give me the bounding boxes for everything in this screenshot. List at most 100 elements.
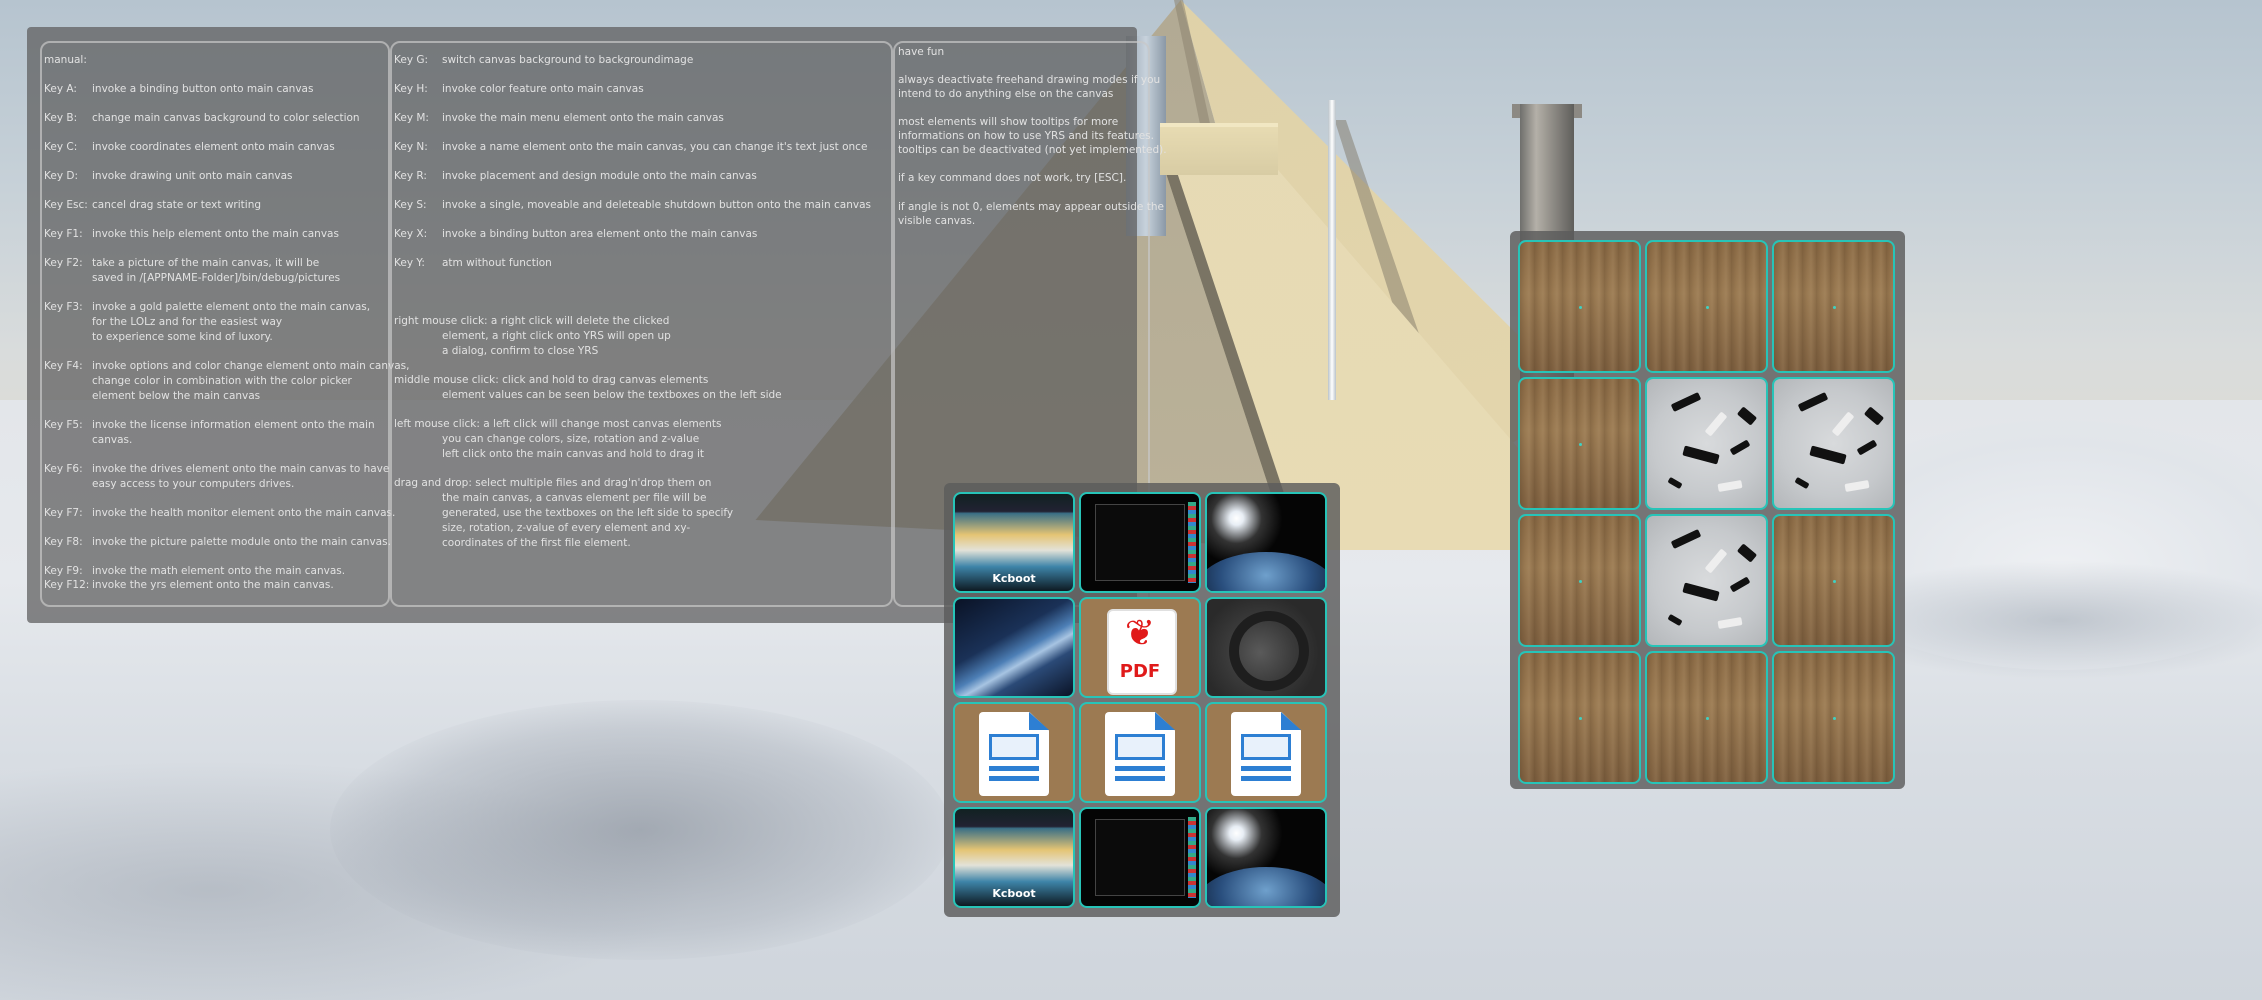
dark-image-tile[interactable] [1205, 597, 1327, 698]
wood-texture-tile[interactable] [1645, 651, 1768, 784]
kcboot-image-tile[interactable]: Kcboot [953, 807, 1075, 908]
help-description: atm without function [442, 257, 552, 269]
debris-fragment [1667, 476, 1683, 489]
acrobat-icon: ❦ [1124, 613, 1156, 654]
tile-center-marker [1832, 579, 1836, 583]
debris-fragment [1682, 582, 1720, 602]
wood-texture-tile[interactable] [1772, 514, 1895, 647]
help-text: informations on how to use YRS and its f… [898, 130, 1154, 142]
screenshot-tile[interactable] [1079, 807, 1201, 908]
document-icon-part [1241, 766, 1291, 771]
help-description: left mouse click: a left click will chan… [394, 418, 722, 430]
help-description: size, rotation, z-value of every element… [442, 522, 691, 534]
debris-fragment [1856, 438, 1878, 456]
help-description: invoke a single, moveable and deleteable… [442, 199, 871, 211]
earth-horizon [1207, 867, 1325, 906]
wood-texture-tile[interactable] [1518, 514, 1641, 647]
pdf-file-tile[interactable]: ❦ PDF [1079, 597, 1201, 698]
debris-image-tile[interactable] [1645, 377, 1768, 510]
help-description: invoke the health monitor element onto t… [92, 507, 396, 519]
help-description: change color in combination with the col… [92, 375, 352, 387]
wood-texture-tile[interactable] [1772, 651, 1895, 784]
screenshot-tile[interactable] [1079, 492, 1201, 593]
document-file-tile[interactable] [1079, 702, 1201, 803]
help-key: Key F1: [44, 228, 83, 240]
help-key: Key C: [44, 141, 78, 153]
debris-fragment [1682, 445, 1720, 465]
help-text: tooltips can be deactivated (not yet imp… [898, 144, 1167, 156]
picture-palette-files[interactable]: Kcboot ❦ PDF Kcboot [944, 483, 1340, 917]
help-key: Key F12: [44, 579, 90, 591]
wood-texture-tile[interactable] [1518, 377, 1641, 510]
help-key: Key Y: [394, 257, 425, 269]
help-description: a dialog, confirm to close YRS [442, 345, 599, 357]
help-description: element values can be seen below the tex… [442, 389, 782, 401]
help-description: for the LOLz and for the easiest way [92, 316, 283, 328]
document-icon-part [989, 766, 1039, 771]
help-description: invoke a binding button area element ont… [442, 228, 758, 240]
screenshot-sidebar [1188, 502, 1196, 583]
snow-ridge [1900, 560, 2262, 680]
document-icon-part [1115, 734, 1165, 760]
help-text: if angle is not 0, elements may appear o… [898, 201, 1164, 213]
help-description: invoke drawing unit onto main canvas [92, 170, 293, 182]
screenshot-frame [1095, 819, 1185, 896]
tile-center-marker [1705, 305, 1709, 309]
picture-palette-textures[interactable] [1510, 231, 1905, 789]
debris-fragment [1737, 543, 1758, 563]
tile-center-marker [1578, 442, 1582, 446]
wood-texture-tile[interactable] [1645, 240, 1768, 373]
debris-fragment [1729, 575, 1751, 593]
help-description: canvas. [92, 434, 133, 446]
help-key: Key F3: [44, 301, 83, 313]
space-image-tile[interactable] [1205, 807, 1327, 908]
debris-fragment [1794, 476, 1810, 489]
help-key: Key X: [394, 228, 428, 240]
debris-fragment [1717, 480, 1743, 493]
snow-shadow-large [330, 700, 950, 960]
screenshot-sidebar [1188, 817, 1196, 898]
help-key: Key N: [394, 141, 428, 153]
wood-texture-tile[interactable] [1518, 651, 1641, 784]
ring-shape [1229, 611, 1309, 691]
help-description: invoke this help element onto the main c… [92, 228, 339, 240]
help-text: if a key command does not work, try [ESC… [898, 172, 1127, 184]
planet-image-tile[interactable] [953, 597, 1075, 698]
help-text: most elements will show tooltips for mor… [898, 116, 1119, 128]
space-image-tile[interactable] [1205, 492, 1327, 593]
help-description: middle mouse click: click and hold to dr… [394, 374, 709, 386]
document-icon-part [1241, 776, 1291, 781]
wood-texture-tile[interactable] [1518, 240, 1641, 373]
help-description: invoke options and color change element … [92, 360, 410, 372]
debris-fragment [1670, 529, 1702, 550]
help-description: invoke color feature onto main canvas [442, 83, 644, 95]
help-key: Key F8: [44, 536, 83, 548]
tile-center-marker [1578, 716, 1582, 720]
document-file-tile[interactable] [953, 702, 1075, 803]
debris-image-tile[interactable] [1645, 514, 1768, 647]
tile-center-marker [1578, 579, 1582, 583]
document-icon-part [1115, 776, 1165, 781]
debris-image-tile[interactable] [1772, 377, 1895, 510]
debris-fragment [1729, 438, 1751, 456]
kcboot-image-tile[interactable]: Kcboot [953, 492, 1075, 593]
document-file-tile[interactable] [1205, 702, 1327, 803]
earth-horizon [1207, 552, 1325, 591]
document-icon-part [1155, 712, 1175, 730]
debris-fragment [1705, 411, 1728, 437]
help-description: invoke a name element onto the main canv… [442, 141, 868, 153]
help-description: element below the main canvas [92, 390, 261, 402]
help-key: Key F4: [44, 360, 83, 372]
help-description: invoke the license information element o… [92, 419, 375, 431]
help-description: invoke a gold palette element onto the m… [92, 301, 371, 313]
screenshot-frame [1095, 504, 1185, 581]
help-description: switch canvas background to backgroundim… [442, 54, 694, 66]
help-text: have fun [898, 46, 945, 58]
help-key: Key D: [44, 170, 78, 182]
debris-fragment [1864, 406, 1885, 426]
debris-fragment [1705, 548, 1728, 574]
debris-fragment [1844, 480, 1870, 493]
help-key: Key F2: [44, 257, 83, 269]
help-description: saved in /[APPNAME-Folder]/bin/debug/pic… [92, 272, 341, 284]
wood-texture-tile[interactable] [1772, 240, 1895, 373]
